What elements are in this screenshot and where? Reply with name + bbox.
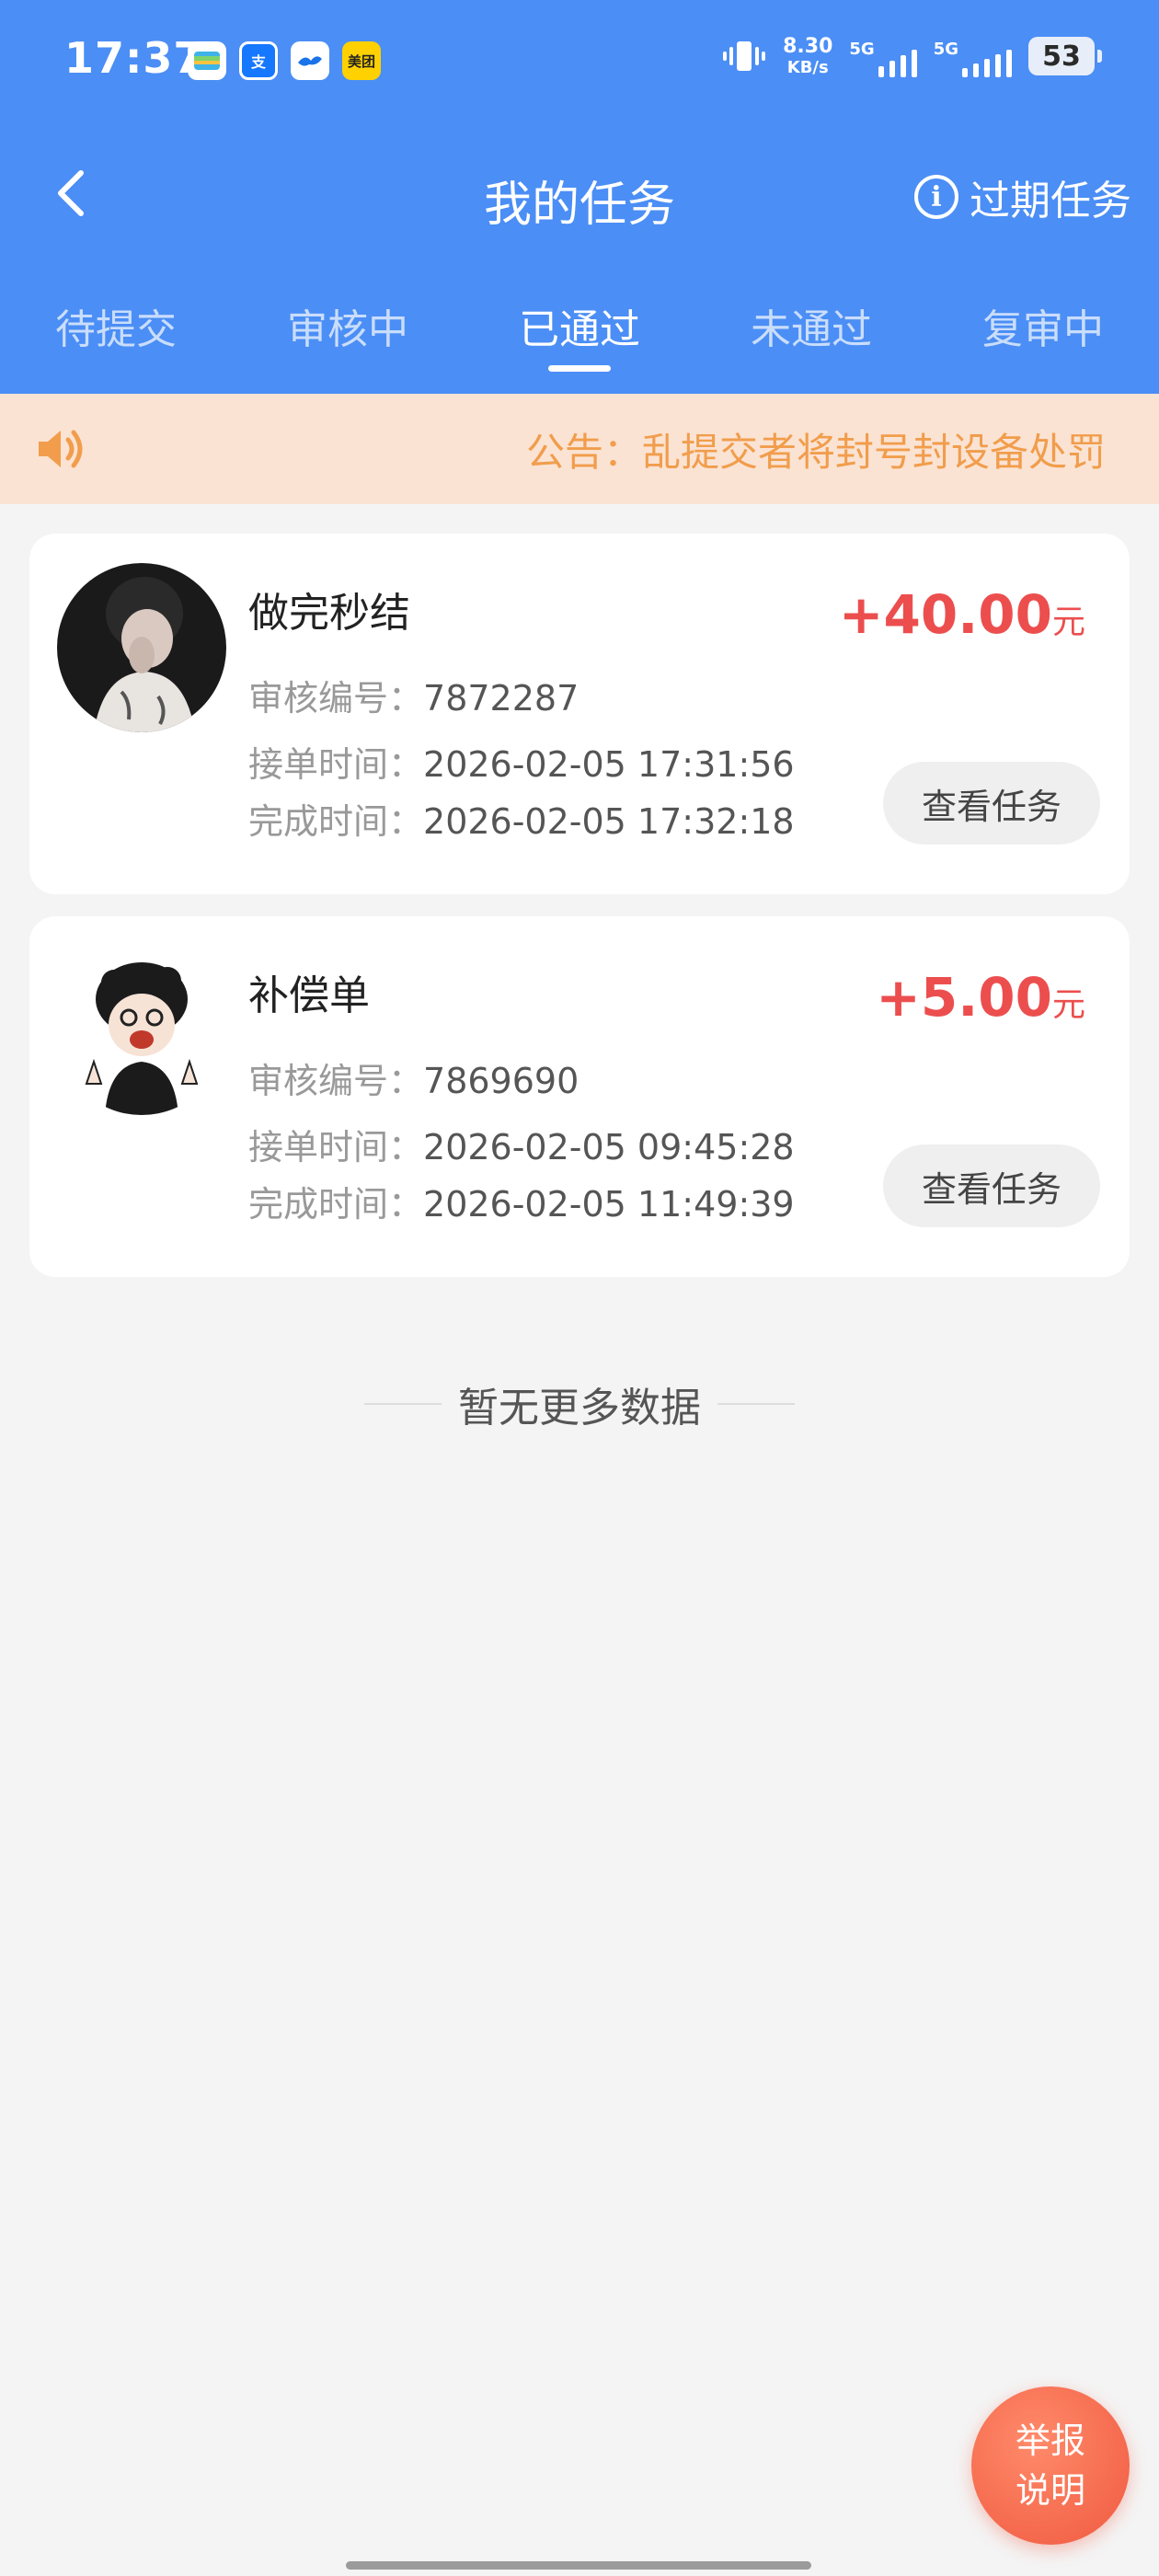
view-task-button[interactable]: 查看任务 (883, 762, 1100, 845)
no-more-data: 暂无更多数据 (0, 1374, 1159, 1433)
net-speed: 8.30 KB/s (783, 34, 833, 77)
tab-approved[interactable]: 已通过 (464, 276, 695, 394)
status-tabs: 待提交 审核中 已通过 未通过 复审中 (0, 276, 1159, 394)
bird-app-icon (291, 41, 329, 80)
task-card: 补偿单 审核编号：7869690 接单时间：2026-02-05 09:45:2… (29, 916, 1130, 1277)
reward-amount: +5.00元 (876, 966, 1085, 1029)
status-time: 17:37 (64, 33, 204, 83)
tab-re-review[interactable]: 复审中 (927, 276, 1159, 394)
accept-time-row: 接单时间：2026-02-05 09:45:28 (248, 1127, 795, 1167)
task-card: 做完秒结 审核编号：7872287 接单时间：2026-02-05 17:31:… (29, 534, 1130, 894)
status-indicators: 8.30 KB/s 5G 5G 53 (722, 34, 1102, 77)
divider (717, 1403, 795, 1405)
wallet-icon (188, 41, 226, 80)
report-instructions-button[interactable]: 举报 说明 (971, 2386, 1130, 2545)
vibrate-icon (723, 41, 766, 71)
announcement-bar: 公告：乱提交者将封号封设备处罚 (0, 394, 1159, 504)
speaker-icon (39, 430, 83, 468)
task-name: 做完秒结 (248, 590, 410, 637)
report-line2: 说明 (1015, 2470, 1085, 2511)
accept-time-row: 接单时间：2026-02-05 17:31:56 (248, 744, 795, 785)
alipay-icon: 支 (239, 41, 278, 80)
divider (364, 1403, 442, 1405)
finish-time-row: 完成时间：2026-02-05 17:32:18 (248, 801, 795, 842)
signal-icon-sim1: 5G (849, 35, 917, 77)
no-more-label: 暂无更多数据 (458, 1385, 701, 1432)
meituan-icon: 美团 (342, 41, 381, 80)
expired-tasks-label: 过期任务 (970, 178, 1131, 224)
view-task-button[interactable]: 查看任务 (883, 1144, 1100, 1227)
expired-tasks-button[interactable]: i 过期任务 (914, 167, 1131, 226)
tab-under-review[interactable]: 审核中 (232, 276, 464, 394)
review-id-row: 审核编号：7869690 (248, 1061, 580, 1101)
tab-rejected[interactable]: 未通过 (695, 276, 927, 394)
announcement-text: 公告：乱提交者将封号封设备处罚 (526, 430, 1107, 475)
header: 17:37 支 美团 8.30 KB/s 5G 5G 53 我的任务 i 过期任… (0, 0, 1159, 394)
finish-time-row: 完成时间：2026-02-05 11:49:39 (248, 1184, 795, 1225)
home-indicator[interactable] (346, 2561, 811, 2570)
signal-icon-sim2: 5G (934, 35, 1012, 77)
task-name: 补偿单 (248, 972, 370, 1019)
review-id-row: 审核编号：7872287 (248, 678, 580, 719)
tab-pending-submit[interactable]: 待提交 (0, 276, 232, 394)
notification-icons: 支 美团 (188, 41, 381, 80)
info-icon: i (914, 175, 958, 219)
battery-icon: 53 (1028, 37, 1102, 75)
report-line1: 举报 (1015, 2421, 1085, 2461)
avatar (57, 946, 226, 1115)
avatar (57, 563, 226, 732)
status-bar: 17:37 支 美团 8.30 KB/s 5G 5G 53 (0, 0, 1159, 129)
reward-amount: +40.00元 (838, 583, 1085, 646)
navbar: 我的任务 i 过期任务 (0, 147, 1159, 239)
